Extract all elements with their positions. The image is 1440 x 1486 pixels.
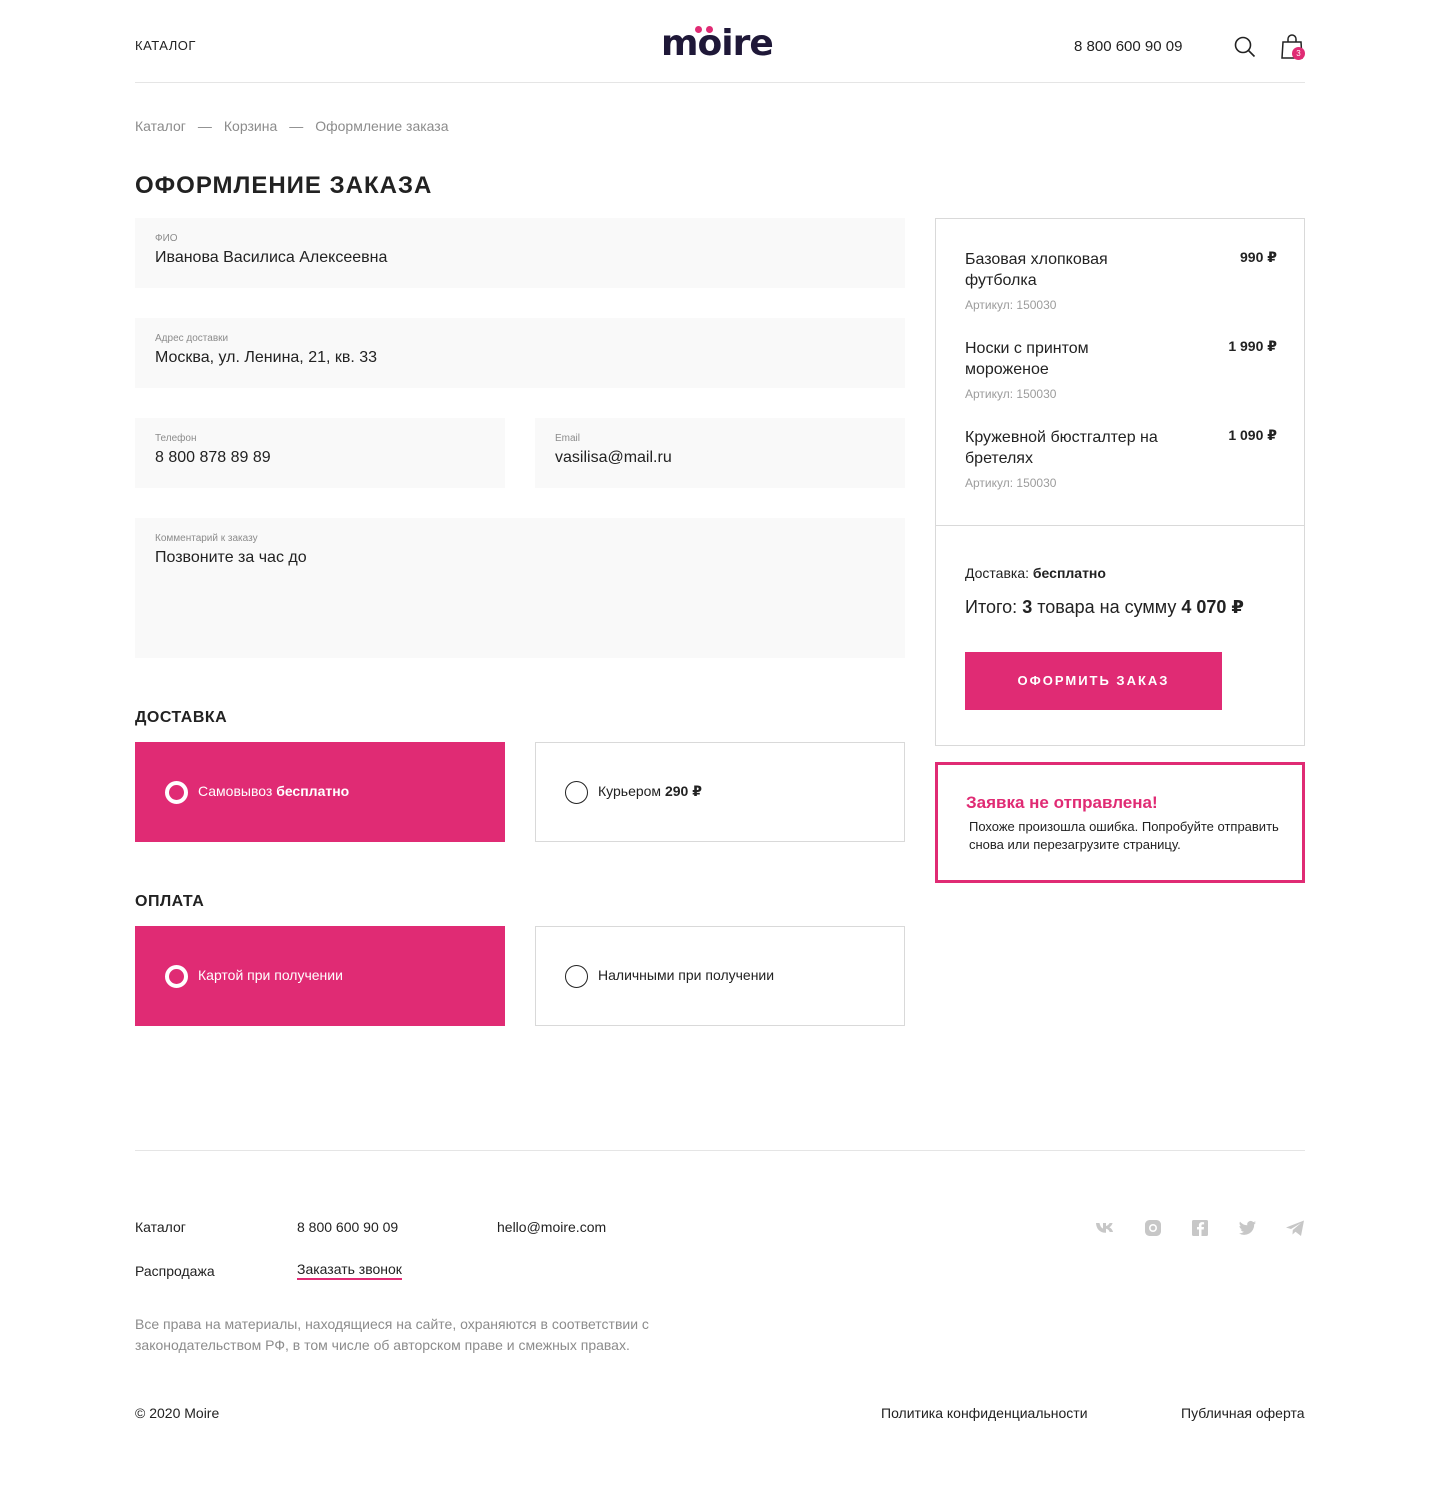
- payment-option-label: Наличными при получении: [598, 967, 775, 983]
- submit-order-button[interactable]: ОФОРМИТЬ ЗАКАЗ: [965, 652, 1222, 710]
- summary-item-name: Носки с принтом мороженое: [965, 340, 1089, 378]
- header-catalog-link[interactable]: КАТАЛОГ: [135, 38, 196, 53]
- instagram-icon[interactable]: [1142, 1217, 1164, 1239]
- name-field-value[interactable]: Иванова Василиса Алексеевна: [155, 249, 387, 267]
- public-offer-link[interactable]: Публичная оферта: [1181, 1405, 1305, 1421]
- error-text: Похоже произошла ошибка. Попробуйте отпр…: [969, 819, 1279, 852]
- comment-field-label: Комментарий к заказу: [155, 533, 258, 544]
- email-field-value[interactable]: vasilisa@mail.ru: [555, 449, 672, 467]
- email-field-label: Email: [555, 433, 581, 444]
- breadcrumb-separator: —: [289, 118, 304, 134]
- cart-count-badge: 3: [1292, 47, 1305, 60]
- payment-title: ОПЛАТА: [135, 893, 205, 910]
- footer-catalog-link[interactable]: Каталог: [135, 1219, 186, 1235]
- name-field[interactable]: ФИО Иванова Василиса Алексеевна: [135, 218, 905, 288]
- error-message: Заявка не отправлена! Похоже произошла о…: [935, 762, 1305, 883]
- summary-item-sku: Артикул: 150030: [965, 298, 1057, 312]
- breadcrumb: Каталог — Корзина — Оформление заказа: [135, 118, 449, 134]
- site-header: КАТАЛОГ moire 8 800 600 90 09 3: [135, 0, 1305, 83]
- copyright: © 2020 Moire: [135, 1405, 220, 1421]
- delivery-title: ДОСТАВКА: [135, 709, 228, 726]
- address-field-label: Адрес доставки: [155, 333, 229, 344]
- breadcrumb-catalog[interactable]: Каталог: [135, 118, 186, 134]
- summary-divider: [936, 525, 1304, 526]
- payment-option-label: Картой при получении: [198, 967, 343, 983]
- footer-divider: [135, 1150, 1305, 1151]
- delivery-option-pickup[interactable]: Самовывоз бесплатно: [135, 742, 505, 842]
- error-title: Заявка не отправлена!: [966, 793, 1158, 812]
- payment-option-cash[interactable]: Наличными при получении: [535, 926, 905, 1026]
- summary-item-name: Базовая хлопковая футболка: [965, 251, 1108, 289]
- breadcrumb-checkout: Оформление заказа: [315, 118, 449, 134]
- summary-item-price: 990 ₽: [1240, 249, 1277, 265]
- summary-item-sku: Артикул: 150030: [965, 476, 1057, 490]
- logo-text: moire: [661, 23, 774, 64]
- vk-icon[interactable]: [1094, 1217, 1116, 1239]
- footer-email[interactable]: hello@moire.com: [497, 1219, 606, 1235]
- delivery-option-label: Курьером 290 ₽: [598, 783, 702, 799]
- breadcrumb-separator: —: [197, 118, 212, 134]
- comment-field[interactable]: Комментарий к заказу Позвоните за час до: [135, 518, 905, 658]
- summary-item-name: Кружевной бюстгалтер на бретелях: [965, 429, 1158, 467]
- summary-delivery: Доставка: бесплатно: [965, 565, 1106, 581]
- phone-field-value[interactable]: 8 800 878 89 89: [155, 449, 271, 467]
- phone-field[interactable]: Телефон 8 800 878 89 89: [135, 418, 505, 488]
- logo-dot-right: [706, 26, 713, 33]
- address-field[interactable]: Адрес доставки Москва, ул. Ленина, 21, к…: [135, 318, 905, 388]
- name-field-label: ФИО: [155, 233, 178, 244]
- delivery-option-label: Самовывоз бесплатно: [198, 783, 350, 799]
- delivery-option-courier[interactable]: Курьером 290 ₽: [535, 742, 905, 842]
- page-title: ОФОРМЛЕНИЕ ЗАКАЗА: [135, 172, 433, 199]
- summary-item-sku: Артикул: 150030: [965, 387, 1057, 401]
- radio-icon[interactable]: [165, 965, 188, 988]
- copyright-note: Все права на материалы, находящиеся на с…: [135, 1316, 649, 1353]
- facebook-icon[interactable]: [1189, 1217, 1211, 1239]
- privacy-policy-link[interactable]: Политика конфиденциальности: [881, 1405, 1088, 1421]
- header-phone[interactable]: 8 800 600 90 09: [1074, 38, 1182, 55]
- footer-phone[interactable]: 8 800 600 90 09: [297, 1219, 398, 1235]
- logo-dot-left: [695, 26, 702, 33]
- address-field-value[interactable]: Москва, ул. Ленина, 21, кв. 33: [155, 349, 377, 367]
- footer-sale-link[interactable]: Распродажа: [135, 1263, 215, 1279]
- phone-field-label: Телефон: [155, 433, 197, 444]
- logo[interactable]: moire: [661, 22, 779, 62]
- callback-link[interactable]: Заказать звонок: [297, 1261, 402, 1280]
- order-summary: Базовая хлопковая футболка 990 ₽ Артикул…: [935, 218, 1305, 746]
- breadcrumb-cart[interactable]: Корзина: [224, 118, 277, 134]
- radio-icon[interactable]: [565, 781, 588, 804]
- twitter-icon[interactable]: [1236, 1217, 1258, 1239]
- radio-icon[interactable]: [565, 965, 588, 988]
- summary-total: Итого: 3 товара на сумму 4 070 ₽: [965, 597, 1244, 617]
- telegram-icon[interactable]: [1284, 1217, 1306, 1239]
- search-icon[interactable]: [1234, 36, 1256, 58]
- summary-item-price: 1 090 ₽: [1228, 427, 1277, 443]
- email-field[interactable]: Email vasilisa@mail.ru: [535, 418, 905, 488]
- summary-item-price: 1 990 ₽: [1228, 338, 1277, 354]
- payment-option-card[interactable]: Картой при получении: [135, 926, 505, 1026]
- radio-icon[interactable]: [165, 781, 188, 804]
- comment-field-value[interactable]: Позвоните за час до: [155, 549, 307, 567]
